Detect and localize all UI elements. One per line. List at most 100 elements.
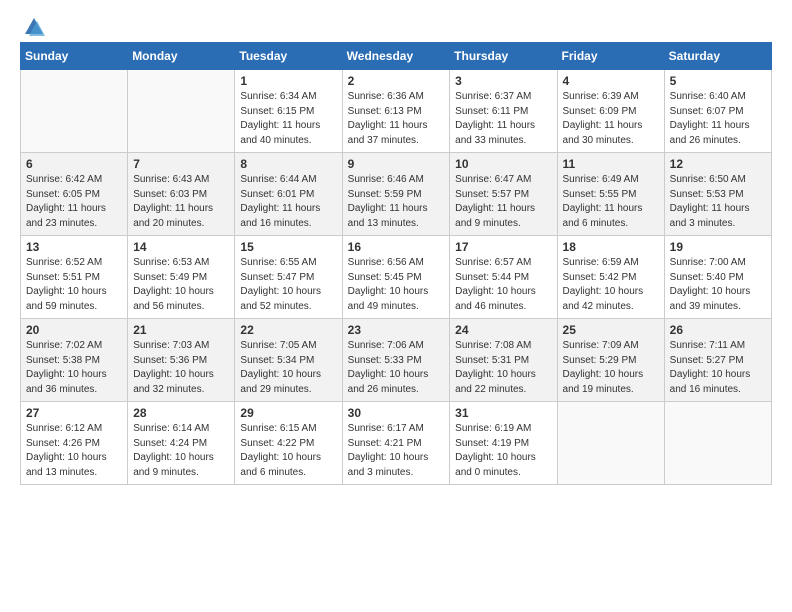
calendar-week-row: 13Sunrise: 6:52 AM Sunset: 5:51 PM Dayli… — [21, 236, 772, 319]
table-row: 20 Sunrise: 7:02 AM Sunset: 5:38 PM Dayli… — [21, 319, 128, 402]
table-row: 30 Sunrise: 6:17 AM Sunset: 4:21 PM Dayli… — [342, 402, 450, 485]
table-row: 19 Sunrise: 7:00 AM Sunset: 5:40 PM Dayli… — [664, 236, 771, 319]
col-monday: Monday — [128, 43, 235, 70]
table-row: 11 Sunrise: 6:49 AM Sunset: 5:55 PM Dayli… — [557, 153, 664, 236]
day-info: Sunrise: 6:56 AM Sunset: 5:45 PM Dayligh… — [348, 256, 445, 314]
day-number: 10 — [455, 157, 551, 171]
table-row: 6 Sunrise: 6:42 AM Sunset: 6:05 PM Daylig… — [21, 153, 128, 236]
day-info: Sunrise: 6:43 AM Sunset: 6:03 PM Dayligh… — [133, 173, 229, 231]
calendar-table: Sunday Monday Tuesday Wednesday Thursday… — [20, 42, 772, 485]
calendar-header-row: Sunday Monday Tuesday Wednesday Thursday… — [21, 43, 772, 70]
col-sunday: Sunday — [21, 43, 128, 70]
day-number: 16 — [348, 240, 445, 254]
day-number: 26 — [670, 323, 766, 337]
table-row: 7 Sunrise: 6:43 AM Sunset: 6:03 PM Daylig… — [128, 153, 235, 236]
table-row: 12 Sunrise: 6:50 AM Sunset: 5:53 PM Dayli… — [664, 153, 771, 236]
day-number: 27 — [26, 406, 122, 420]
table-row: 3 Sunrise: 6:37 AM Sunset: 6:11 PM Daylig… — [450, 70, 557, 153]
day-info: Sunrise: 7:11 AM Sunset: 5:27 PM Dayligh… — [670, 339, 766, 397]
day-info: Sunrise: 6:42 AM Sunset: 6:05 PM Dayligh… — [26, 173, 122, 231]
day-number: 31 — [455, 406, 551, 420]
table-row: 8Sunrise: 6:44 AM Sunset: 6:01 PM Daylig… — [235, 153, 342, 236]
day-number: 25 — [563, 323, 659, 337]
day-number: 11 — [563, 157, 659, 171]
page: Sunday Monday Tuesday Wednesday Thursday… — [0, 0, 792, 505]
day-number: 29 — [240, 406, 336, 420]
day-info: Sunrise: 6:49 AM Sunset: 5:55 PM Dayligh… — [563, 173, 659, 231]
table-row: 13Sunrise: 6:52 AM Sunset: 5:51 PM Dayli… — [21, 236, 128, 319]
day-info: Sunrise: 7:08 AM Sunset: 5:31 PM Dayligh… — [455, 339, 551, 397]
table-row: 22 Sunrise: 7:05 AM Sunset: 5:34 PM Dayli… — [235, 319, 342, 402]
calendar-week-row: 6 Sunrise: 6:42 AM Sunset: 6:05 PM Daylig… — [21, 153, 772, 236]
table-row: 2 Sunrise: 6:36 AM Sunset: 6:13 PM Daylig… — [342, 70, 450, 153]
col-tuesday: Tuesday — [235, 43, 342, 70]
table-row: 1Sunrise: 6:34 AM Sunset: 6:15 PM Daylig… — [235, 70, 342, 153]
day-number: 21 — [133, 323, 229, 337]
table-row: 27 Sunrise: 6:12 AM Sunset: 4:26 PM Dayli… — [21, 402, 128, 485]
day-number: 3 — [455, 74, 551, 88]
table-row: 29Sunrise: 6:15 AM Sunset: 4:22 PM Dayli… — [235, 402, 342, 485]
day-number: 7 — [133, 157, 229, 171]
day-info: Sunrise: 6:50 AM Sunset: 5:53 PM Dayligh… — [670, 173, 766, 231]
day-number: 6 — [26, 157, 122, 171]
day-number: 13 — [26, 240, 122, 254]
day-number: 30 — [348, 406, 445, 420]
day-info: Sunrise: 7:00 AM Sunset: 5:40 PM Dayligh… — [670, 256, 766, 314]
day-number: 17 — [455, 240, 551, 254]
header — [20, 16, 772, 34]
day-info: Sunrise: 6:14 AM Sunset: 4:24 PM Dayligh… — [133, 422, 229, 480]
day-info: Sunrise: 6:47 AM Sunset: 5:57 PM Dayligh… — [455, 173, 551, 231]
day-info: Sunrise: 6:12 AM Sunset: 4:26 PM Dayligh… — [26, 422, 122, 480]
day-number: 9 — [348, 157, 445, 171]
day-number: 8 — [240, 157, 336, 171]
table-row: 15 Sunrise: 6:55 AM Sunset: 5:47 PM Dayli… — [235, 236, 342, 319]
day-info: Sunrise: 6:57 AM Sunset: 5:44 PM Dayligh… — [455, 256, 551, 314]
day-info: Sunrise: 6:37 AM Sunset: 6:11 PM Dayligh… — [455, 90, 551, 148]
day-info: Sunrise: 6:39 AM Sunset: 6:09 PM Dayligh… — [563, 90, 659, 148]
day-info: Sunrise: 7:09 AM Sunset: 5:29 PM Dayligh… — [563, 339, 659, 397]
day-info: Sunrise: 6:55 AM Sunset: 5:47 PM Dayligh… — [240, 256, 336, 314]
day-info: Sunrise: 6:46 AM Sunset: 5:59 PM Dayligh… — [348, 173, 445, 231]
day-number: 14 — [133, 240, 229, 254]
day-info: Sunrise: 6:53 AM Sunset: 5:49 PM Dayligh… — [133, 256, 229, 314]
day-number: 2 — [348, 74, 445, 88]
day-number: 5 — [670, 74, 766, 88]
day-number: 18 — [563, 240, 659, 254]
day-info: Sunrise: 6:36 AM Sunset: 6:13 PM Dayligh… — [348, 90, 445, 148]
table-row: 14 Sunrise: 6:53 AM Sunset: 5:49 PM Dayli… — [128, 236, 235, 319]
table-row — [557, 402, 664, 485]
calendar-week-row: 20 Sunrise: 7:02 AM Sunset: 5:38 PM Dayli… — [21, 319, 772, 402]
table-row: 9 Sunrise: 6:46 AM Sunset: 5:59 PM Daylig… — [342, 153, 450, 236]
day-info: Sunrise: 7:06 AM Sunset: 5:33 PM Dayligh… — [348, 339, 445, 397]
day-number: 20 — [26, 323, 122, 337]
table-row: 26 Sunrise: 7:11 AM Sunset: 5:27 PM Dayli… — [664, 319, 771, 402]
table-row: 10 Sunrise: 6:47 AM Sunset: 5:57 PM Dayli… — [450, 153, 557, 236]
day-number: 23 — [348, 323, 445, 337]
table-row — [128, 70, 235, 153]
table-row: 24Sunrise: 7:08 AM Sunset: 5:31 PM Dayli… — [450, 319, 557, 402]
table-row — [664, 402, 771, 485]
calendar-week-row: 1Sunrise: 6:34 AM Sunset: 6:15 PM Daylig… — [21, 70, 772, 153]
table-row: 4Sunrise: 6:39 AM Sunset: 6:09 PM Daylig… — [557, 70, 664, 153]
day-info: Sunrise: 7:05 AM Sunset: 5:34 PM Dayligh… — [240, 339, 336, 397]
col-saturday: Saturday — [664, 43, 771, 70]
col-friday: Friday — [557, 43, 664, 70]
day-info: Sunrise: 6:17 AM Sunset: 4:21 PM Dayligh… — [348, 422, 445, 480]
day-info: Sunrise: 7:02 AM Sunset: 5:38 PM Dayligh… — [26, 339, 122, 397]
day-number: 19 — [670, 240, 766, 254]
day-number: 15 — [240, 240, 336, 254]
table-row: 18 Sunrise: 6:59 AM Sunset: 5:42 PM Dayli… — [557, 236, 664, 319]
day-number: 1 — [240, 74, 336, 88]
table-row: 31Sunrise: 6:19 AM Sunset: 4:19 PM Dayli… — [450, 402, 557, 485]
table-row: 28 Sunrise: 6:14 AM Sunset: 4:24 PM Dayli… — [128, 402, 235, 485]
table-row: 25 Sunrise: 7:09 AM Sunset: 5:29 PM Dayli… — [557, 319, 664, 402]
day-info: Sunrise: 6:59 AM Sunset: 5:42 PM Dayligh… — [563, 256, 659, 314]
col-thursday: Thursday — [450, 43, 557, 70]
table-row: 16 Sunrise: 6:56 AM Sunset: 5:45 PM Dayli… — [342, 236, 450, 319]
logo-icon — [23, 16, 45, 38]
table-row: 21Sunrise: 7:03 AM Sunset: 5:36 PM Dayli… — [128, 319, 235, 402]
day-info: Sunrise: 6:40 AM Sunset: 6:07 PM Dayligh… — [670, 90, 766, 148]
day-number: 22 — [240, 323, 336, 337]
day-number: 28 — [133, 406, 229, 420]
day-number: 12 — [670, 157, 766, 171]
